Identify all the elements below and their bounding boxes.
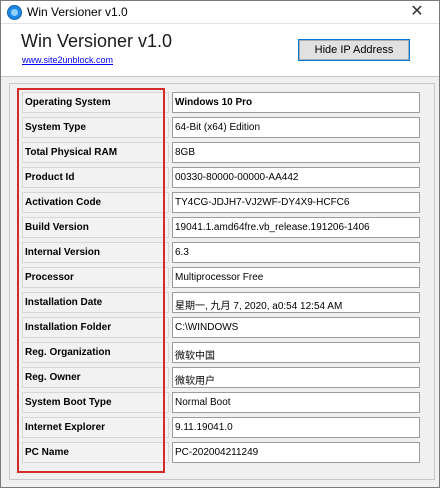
info-row: Installation Date 星期一, 九月 7, 2020, a0:54 … <box>22 290 432 315</box>
header: Win Versioner v1.0 www.site2unblock.com … <box>1 24 439 76</box>
close-icon[interactable]: ✕ <box>395 1 439 23</box>
hide-ip-button[interactable]: Hide IP Address <box>298 39 410 61</box>
info-row: Operating System Windows 10 Pro <box>22 90 432 115</box>
info-row: Total Physical RAM 8GB <box>22 140 432 165</box>
info-row: Installation Folder C:\WINDOWS <box>22 315 432 340</box>
info-value[interactable]: 星期一, 九月 7, 2020, a0:54 12:54 AM <box>172 292 420 313</box>
info-label: Total Physical RAM <box>22 142 169 163</box>
info-value[interactable]: 微软用户 <box>172 367 420 388</box>
info-label: System Type <box>22 117 169 138</box>
info-value[interactable]: Windows 10 Pro <box>172 92 420 113</box>
app-window: Win Versioner v1.0 ✕ Win Versioner v1.0 … <box>0 0 440 488</box>
info-value[interactable]: 微软中国 <box>172 342 420 363</box>
info-row: Internal Version 6.3 <box>22 240 432 265</box>
info-value[interactable]: 6.3 <box>172 242 420 263</box>
info-panel: Operating System Windows 10 Pro System Typ… <box>9 83 435 480</box>
info-value[interactable]: 8GB <box>172 142 420 163</box>
website-link[interactable]: www.site2unblock.com <box>22 55 113 65</box>
info-label: PC Name <box>22 442 169 463</box>
header-divider <box>1 76 439 77</box>
app-icon <box>7 5 22 20</box>
info-label: Build Version <box>22 217 169 238</box>
info-value[interactable]: 00330-80000-00000-AA442 <box>172 167 420 188</box>
info-label: Activation Code <box>22 192 169 213</box>
info-label: Operating System <box>22 92 169 113</box>
info-label: System Boot Type <box>22 392 169 413</box>
info-value[interactable]: Multiprocessor Free <box>172 267 420 288</box>
info-label: Internet Explorer <box>22 417 169 438</box>
info-label: Installation Date <box>22 292 169 313</box>
info-value[interactable]: 19041.1.amd64fre.vb_release.191206-1406 <box>172 217 420 238</box>
info-row: Product Id 00330-80000-00000-AA442 <box>22 165 432 190</box>
info-row: PC Name PC-202004211249 <box>22 440 432 465</box>
app-title: Win Versioner v1.0 <box>21 31 173 51</box>
info-list: Operating System Windows 10 Pro System Typ… <box>22 90 432 465</box>
window-title: Win Versioner v1.0 <box>27 5 128 19</box>
info-value[interactable]: PC-202004211249 <box>172 442 420 463</box>
info-label: Processor <box>22 267 169 288</box>
info-value[interactable]: 9.11.19041.0 <box>172 417 420 438</box>
info-row: Reg. Organization 微软中国 <box>22 340 432 365</box>
info-row: Build Version 19041.1.amd64fre.vb_release… <box>22 215 432 240</box>
info-row: Reg. Owner 微软用户 <box>22 365 432 390</box>
info-row: Processor Multiprocessor Free <box>22 265 432 290</box>
info-label: Internal Version <box>22 242 169 263</box>
info-value[interactable]: TY4CG-JDJH7-VJ2WF-DY4X9-HCFC6 <box>172 192 420 213</box>
title-bar[interactable]: Win Versioner v1.0 ✕ <box>1 1 439 24</box>
info-label: Reg. Organization <box>22 342 169 363</box>
info-label: Installation Folder <box>22 317 169 338</box>
info-row: Internet Explorer 9.11.19041.0 <box>22 415 432 440</box>
info-row: Activation Code TY4CG-JDJH7-VJ2WF-DY4X9-H… <box>22 190 432 215</box>
info-row: System Type 64-Bit (x64) Edition <box>22 115 432 140</box>
info-value[interactable]: C:\WINDOWS <box>172 317 420 338</box>
info-value[interactable]: Normal Boot <box>172 392 420 413</box>
info-value[interactable]: 64-Bit (x64) Edition <box>172 117 420 138</box>
info-label: Product Id <box>22 167 169 188</box>
info-label: Reg. Owner <box>22 367 169 388</box>
info-row: System Boot Type Normal Boot <box>22 390 432 415</box>
